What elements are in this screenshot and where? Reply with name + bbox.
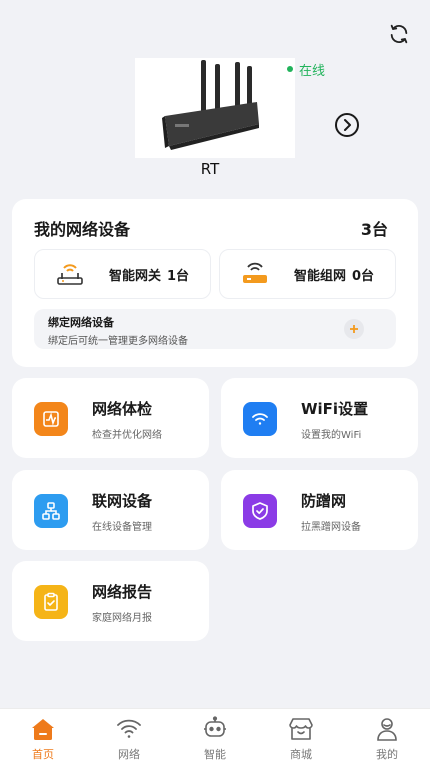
feature-title: 网络报告 [92, 583, 153, 601]
refresh-button[interactable] [385, 20, 413, 48]
smart-mesh-tile[interactable]: 智能组网 0台 [219, 249, 396, 299]
router-image [135, 58, 295, 158]
bottom-tab-bar: 首页 网络 智能 商城 我的 [0, 708, 430, 765]
feature-subtitle: 设置我的WiFi [301, 430, 362, 441]
bind-subtitle: 绑定后可统一管理更多网络设备 [48, 336, 188, 347]
bind-device-bar[interactable]: 绑定网络设备 绑定后可统一管理更多网络设备 [34, 309, 396, 349]
network-devices-icon [34, 494, 68, 528]
devices-title: 我的网络设备 [34, 220, 131, 239]
feature-subtitle: 检查并优化网络 [92, 430, 162, 441]
anti-freeloader-card[interactable]: 防蹭网 拉黑蹭网设备 [221, 470, 418, 550]
feature-title: WiFi设置 [301, 400, 369, 418]
store-icon [289, 718, 313, 740]
gateway-count: 1台 [167, 268, 190, 284]
connected-devices-card[interactable]: 联网设备 在线设备管理 [12, 470, 209, 550]
tab-network[interactable]: 网络 [86, 709, 172, 765]
smart-gateway-tile[interactable]: 智能网关 1台 [34, 249, 211, 299]
plus-icon [350, 325, 358, 333]
feature-subtitle: 家庭网络月报 [92, 613, 152, 624]
tab-store[interactable]: 商城 [258, 709, 344, 765]
router-icon [57, 264, 83, 285]
my-network-devices-card: 我的网络设备 3台 智能网关 1台 智能组网 0台 绑定网络设备 绑定后可统一管理更… [12, 199, 418, 367]
device-name: RT [200, 160, 220, 178]
shield-icon [243, 494, 277, 528]
mesh-router-icon [243, 262, 267, 283]
devices-count: 3台 [360, 220, 388, 239]
tab-label: 我的 [376, 748, 398, 761]
device-detail-button[interactable] [334, 112, 360, 138]
feature-title: 联网设备 [92, 492, 153, 510]
tab-me[interactable]: 我的 [344, 709, 430, 765]
person-icon [377, 718, 397, 741]
feature-title: 防蹭网 [301, 492, 347, 510]
wifi-settings-card[interactable]: WiFi设置 设置我的WiFi [221, 378, 418, 458]
feature-subtitle: 拉黑蹭网设备 [301, 522, 361, 533]
gateway-label: 智能网关 [109, 268, 162, 284]
add-device-button[interactable] [344, 319, 364, 339]
wifi-icon [243, 402, 277, 436]
bind-title: 绑定网络设备 [48, 316, 114, 329]
tab-label: 网络 [118, 748, 140, 761]
robot-icon [204, 716, 226, 737]
report-icon [34, 585, 68, 619]
status-text: 在线 [299, 63, 326, 79]
status-dot [287, 66, 293, 72]
network-report-card[interactable]: 网络报告 家庭网络月报 [12, 561, 209, 641]
feature-subtitle: 在线设备管理 [92, 522, 152, 533]
tab-label: 首页 [32, 748, 54, 761]
online-status: 在线 [287, 61, 326, 79]
tab-smart[interactable]: 智能 [172, 709, 258, 765]
home-icon [32, 719, 54, 740]
mesh-label: 智能组网 [294, 268, 347, 284]
mesh-count: 0台 [352, 268, 375, 284]
tab-label: 智能 [204, 748, 226, 761]
feature-title: 网络体检 [92, 400, 153, 418]
refresh-icon [390, 24, 408, 44]
wifi-icon [117, 719, 141, 738]
tab-label: 商城 [290, 748, 312, 761]
tab-home[interactable]: 首页 [0, 709, 86, 765]
chevron-right-circle-icon [335, 113, 359, 137]
checkup-icon [34, 402, 68, 436]
network-checkup-card[interactable]: 网络体检 检查并优化网络 [12, 378, 209, 458]
